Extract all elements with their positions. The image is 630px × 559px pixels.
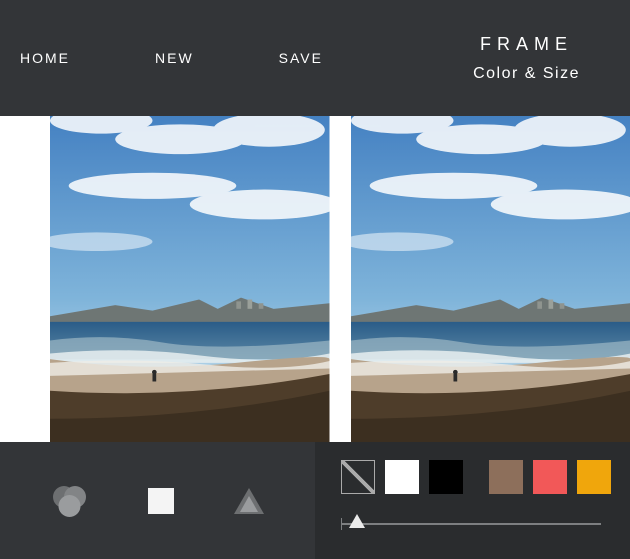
slider-tick — [341, 518, 342, 530]
swatch-black[interactable] — [429, 460, 463, 494]
square-icon — [148, 488, 174, 514]
nav-save[interactable]: SAVE — [279, 50, 323, 66]
panel-subtitle: Color & Size — [473, 65, 580, 83]
size-slider[interactable] — [341, 516, 601, 532]
nav-new[interactable]: NEW — [155, 50, 194, 66]
bottom-bar — [0, 442, 630, 559]
frame-tool[interactable] — [148, 488, 174, 514]
triangle-icon — [234, 488, 264, 514]
swatch-red[interactable] — [533, 460, 567, 494]
swatch-white[interactable] — [385, 460, 419, 494]
panel-title: FRAME — [480, 34, 573, 55]
preview-right — [350, 116, 630, 442]
nav-home[interactable]: HOME — [20, 50, 70, 66]
frame-panel — [315, 442, 630, 559]
filter-tool[interactable] — [50, 484, 88, 518]
panel-header: FRAME Color & Size — [473, 34, 580, 83]
slider-handle[interactable] — [349, 514, 365, 528]
preview-left — [0, 116, 350, 442]
color-swatches — [341, 460, 630, 494]
tool-bar — [0, 442, 315, 559]
top-bar: HOME NEW SAVE FRAME Color & Size — [0, 0, 630, 116]
transform-tool[interactable] — [234, 488, 264, 514]
photo-original — [50, 116, 330, 442]
preview-area — [0, 116, 630, 442]
venn-icon — [50, 484, 88, 518]
swatch-none[interactable] — [341, 460, 375, 494]
photo-framed — [351, 116, 630, 442]
swatch-gold[interactable] — [577, 460, 611, 494]
swatch-tan[interactable] — [489, 460, 523, 494]
nav-menu: HOME NEW SAVE — [20, 50, 323, 66]
slider-track — [341, 523, 601, 525]
